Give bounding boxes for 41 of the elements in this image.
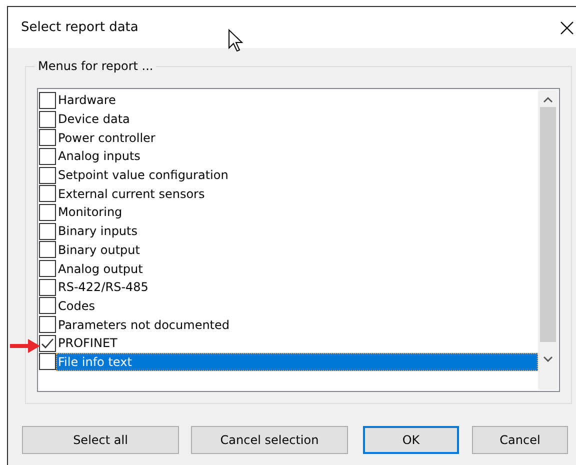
checkbox[interactable] — [39, 278, 56, 296]
list-item[interactable]: Monitoring — [56, 203, 538, 222]
checkbox[interactable] — [39, 241, 56, 258]
list-item[interactable]: Setpoint value configuration — [56, 166, 538, 184]
checkbox[interactable] — [39, 334, 56, 352]
dialog-button[interactable]: Cancel — [472, 426, 568, 454]
dialog-button[interactable]: Cancel selection — [191, 426, 348, 454]
scrollbar[interactable] — [538, 90, 558, 390]
scroll-down-icon[interactable] — [543, 356, 553, 362]
checkbox[interactable] — [39, 353, 56, 370]
list-item[interactable]: File info text — [56, 352, 538, 371]
window-title: Select report data — [21, 20, 138, 35]
checkbox[interactable] — [39, 166, 56, 184]
list-item[interactable]: Binary output — [56, 240, 538, 259]
checkbox[interactable] — [39, 129, 56, 146]
list-item[interactable]: Analog inputs — [56, 147, 538, 166]
list-item[interactable]: Binary inputs — [56, 222, 538, 240]
dialog-button[interactable]: OK — [363, 426, 459, 454]
checkbox[interactable] — [39, 297, 56, 314]
list-item[interactable]: Device data — [56, 110, 538, 128]
dialog-button[interactable]: Select all — [22, 426, 179, 454]
list-item[interactable]: Power controller — [56, 128, 538, 147]
arrow-icon — [8, 337, 42, 355]
checkbox[interactable] — [39, 222, 56, 240]
checkbox[interactable] — [39, 92, 56, 109]
checkbox[interactable] — [39, 148, 56, 165]
checkbox[interactable] — [39, 110, 56, 128]
list-item[interactable]: External current sensors — [56, 184, 538, 203]
checkbox[interactable] — [39, 204, 56, 221]
list-item[interactable]: Parameters not documented — [56, 316, 538, 334]
checkbox[interactable] — [39, 316, 56, 334]
scroll-up-icon[interactable] — [543, 97, 553, 103]
list-item[interactable]: PROFINET — [56, 334, 538, 352]
list-item[interactable]: RS-422/RS-485 — [56, 278, 538, 296]
list-item[interactable]: Codes — [56, 296, 538, 315]
close-icon[interactable] — [560, 20, 574, 34]
group-title: Menus for report ... — [35, 59, 156, 73]
list-item[interactable]: Hardware — [56, 91, 538, 110]
checkbox[interactable] — [39, 185, 56, 202]
list-item[interactable]: Analog output — [56, 260, 538, 278]
checkbox[interactable] — [39, 260, 56, 278]
